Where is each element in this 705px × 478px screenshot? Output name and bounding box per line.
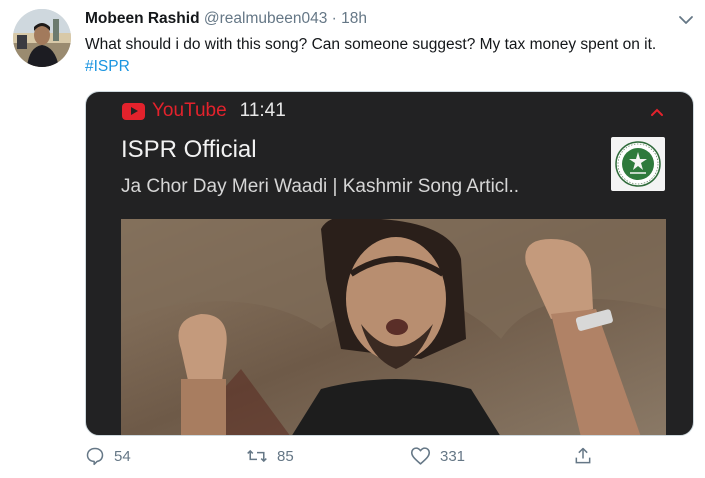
tweet-body: What should i do with this song? Can som… xyxy=(85,36,657,53)
retweet-icon xyxy=(247,449,267,463)
reply-icon xyxy=(86,447,104,466)
author-handle[interactable]: @realmubeen043 xyxy=(204,10,327,27)
retweet-button[interactable]: 85 xyxy=(246,446,294,466)
reply-count: 54 xyxy=(114,447,131,465)
retweet-count: 85 xyxy=(277,447,294,465)
youtube-notification-bar: YouTube 11:41 xyxy=(122,100,286,122)
author-name[interactable]: Mobeen Rashid xyxy=(85,10,200,27)
separator: · xyxy=(331,10,337,27)
like-button[interactable]: 331 xyxy=(410,446,465,466)
like-count: 331 xyxy=(440,447,466,465)
youtube-icon xyxy=(122,102,145,120)
youtube-label: YouTube xyxy=(152,100,227,121)
channel-name: ISPR Official xyxy=(121,136,257,163)
notification-time: 11:41 xyxy=(239,100,286,121)
timestamp[interactable]: 18h xyxy=(341,10,367,27)
avatar[interactable] xyxy=(13,9,71,67)
video-thumbnail[interactable] xyxy=(121,219,666,435)
hashtag-link[interactable]: #ISPR xyxy=(85,58,130,75)
chevron-up-icon xyxy=(649,105,665,117)
share-icon xyxy=(575,447,591,464)
video-title: Ja Chor Day Meri Waadi | Kashmir Song Ar… xyxy=(121,176,520,197)
tweet: Mobeen Rashid @realmubeen043 · 18h What … xyxy=(0,0,705,478)
tweet-actions: 54 85 331 xyxy=(0,446,705,476)
chevron-down-icon[interactable] xyxy=(676,10,696,30)
tweet-header: Mobeen Rashid @realmubeen043 · 18h xyxy=(85,9,367,29)
tweet-text: What should i do with this song? Can som… xyxy=(85,34,685,78)
media-card[interactable]: YouTube 11:41 ISPR Official Ja Chor Day … xyxy=(85,91,694,436)
reply-button[interactable]: 54 xyxy=(85,446,131,466)
ispr-emblem-icon xyxy=(611,137,665,191)
like-icon xyxy=(410,447,431,465)
share-button[interactable] xyxy=(573,446,602,466)
